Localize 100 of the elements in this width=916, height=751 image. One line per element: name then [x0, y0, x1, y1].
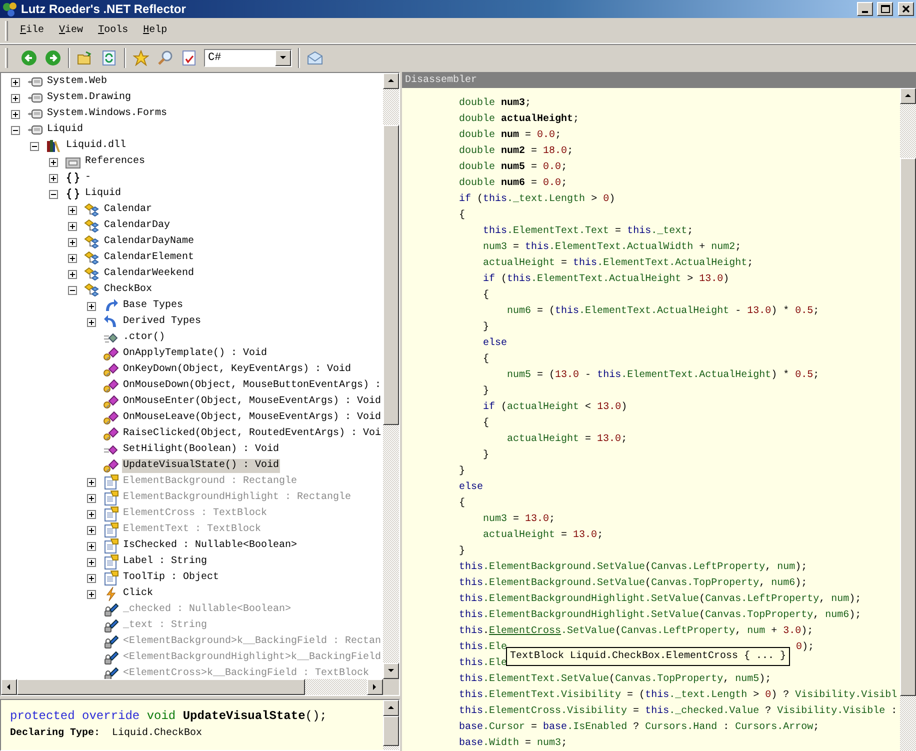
- mail-button[interactable]: [306, 48, 324, 66]
- tree-item[interactable]: OnMouseLeave(Object, MouseEventArgs) : Void: [122, 411, 382, 425]
- menu-item[interactable]: File: [14, 23, 50, 38]
- class-icon: [84, 250, 100, 266]
- code-line: }: [458, 544, 466, 559]
- method-signature: protected override void UpdateVisualState();: [10, 708, 328, 724]
- expand-icon[interactable]: [11, 94, 20, 102]
- tree-item[interactable]: Label : String: [122, 555, 208, 569]
- forward-button[interactable]: [44, 48, 62, 66]
- scroll-up-button[interactable]: [900, 88, 916, 104]
- expand-icon[interactable]: [87, 542, 96, 550]
- language-dropdown[interactable]: C#: [204, 48, 292, 66]
- tree-item[interactable]: Liquid.dll: [65, 139, 128, 153]
- method-icon: [103, 346, 119, 362]
- analyzer-button[interactable]: [180, 48, 198, 66]
- expand-icon[interactable]: [87, 318, 96, 326]
- class-icon: [84, 202, 100, 218]
- expand-icon[interactable]: [87, 478, 96, 486]
- tree-item[interactable]: System.Web: [46, 75, 108, 89]
- scrollbar-thumb[interactable]: [900, 158, 916, 696]
- tree-item[interactable]: CalendarElement: [103, 251, 196, 265]
- close-icon: [902, 5, 910, 13]
- horizontal-scrollbar[interactable]: [1, 679, 383, 695]
- expand-icon[interactable]: [87, 590, 96, 598]
- menu-item[interactable]: View: [53, 23, 90, 38]
- minimize-button[interactable]: [857, 2, 873, 16]
- menu-item[interactable]: Help: [137, 23, 174, 38]
- refresh-icon: [102, 50, 116, 66]
- expand-icon[interactable]: [49, 158, 58, 166]
- tree-item[interactable]: UpdateVisualState() : Void: [122, 459, 280, 473]
- tree-item[interactable]: IsChecked : Nullable<Boolean>: [122, 539, 298, 553]
- method-icon: [103, 458, 119, 474]
- tree-item[interactable]: OnMouseEnter(Object, MouseEventArgs) : Void: [122, 395, 382, 409]
- expand-icon[interactable]: [87, 510, 96, 518]
- back-button[interactable]: [20, 48, 38, 66]
- tree-item[interactable]: SetHilight(Boolean) : Void: [122, 443, 280, 457]
- expand-icon[interactable]: [87, 526, 96, 534]
- curved-arrow-icon: [103, 314, 119, 330]
- scrollbar[interactable]: [900, 88, 916, 751]
- tree-item[interactable]: Derived Types: [122, 315, 202, 329]
- close-button[interactable]: [898, 2, 914, 16]
- tree-item[interactable]: Base Types: [122, 299, 184, 313]
- search-button[interactable]: [156, 48, 174, 66]
- scroll-down-button[interactable]: [383, 663, 399, 679]
- expand-icon[interactable]: [87, 574, 96, 582]
- tree-item[interactable]: OnMouseDown(Object, MouseButtonEventArgs) :: [122, 379, 382, 393]
- tree-item[interactable]: CheckBox: [103, 283, 154, 297]
- tree-item[interactable]: References: [84, 155, 146, 169]
- class-icon: [84, 234, 100, 250]
- tree-item[interactable]: Liquid: [84, 187, 122, 201]
- tree-item[interactable]: Liquid: [46, 123, 84, 137]
- expand-icon[interactable]: [68, 270, 77, 278]
- tree-item[interactable]: .ctor(): [122, 331, 166, 345]
- expand-icon[interactable]: [87, 302, 96, 310]
- menu-item[interactable]: Tools: [92, 23, 134, 38]
- expand-icon[interactable]: [87, 494, 96, 502]
- refresh-button[interactable]: [100, 48, 118, 66]
- tree-item[interactable]: -: [84, 171, 92, 185]
- code-line: double num6 = 0.0;: [458, 176, 568, 191]
- declaring-type-value: Liquid.CheckBox: [112, 728, 202, 739]
- scrollbar-corner: [383, 679, 399, 695]
- expand-icon[interactable]: [49, 174, 58, 182]
- expand-icon[interactable]: [68, 206, 77, 214]
- scroll-left-button[interactable]: [1, 679, 17, 695]
- expand-icon[interactable]: [87, 558, 96, 566]
- scrollbar[interactable]: [383, 700, 399, 750]
- collapse-icon[interactable]: [68, 286, 77, 294]
- open-button[interactable]: [76, 48, 94, 66]
- scroll-right-button[interactable]: [367, 679, 383, 695]
- expand-icon[interactable]: [11, 110, 20, 118]
- dropdown-button[interactable]: [275, 50, 291, 66]
- tree-item[interactable]: CalendarWeekend: [103, 267, 196, 281]
- scrollbar[interactable]: [383, 73, 399, 679]
- maximize-button[interactable]: [877, 2, 893, 16]
- expand-icon[interactable]: [68, 238, 77, 246]
- scrollbar-thumb[interactable]: [383, 125, 399, 425]
- tree-item[interactable]: OnKeyDown(Object, KeyEventArgs) : Void: [122, 363, 352, 377]
- scrollbar-thumb[interactable]: [17, 679, 305, 695]
- tree-item[interactable]: CalendarDayName: [103, 235, 196, 249]
- collapse-icon[interactable]: [30, 142, 39, 150]
- scroll-up-button[interactable]: [383, 700, 399, 716]
- tree-item[interactable]: System.Windows.Forms: [46, 107, 168, 121]
- scroll-up-button[interactable]: [383, 73, 399, 89]
- code-line: this.ElementText.Text = this._text;: [482, 224, 694, 239]
- window-title: Lutz Roeder's .NET Reflector: [21, 2, 187, 16]
- collapse-icon[interactable]: [49, 190, 58, 198]
- panel-title: Disassembler: [405, 74, 478, 86]
- collapse-icon[interactable]: [11, 126, 20, 134]
- expand-icon[interactable]: [11, 78, 20, 86]
- tree-item[interactable]: System.Drawing: [46, 91, 132, 105]
- field-icon: [103, 650, 119, 666]
- expand-icon[interactable]: [68, 222, 77, 230]
- tree-item[interactable]: RaiseClicked(Object, RoutedEventArgs) : Voi: [122, 427, 382, 441]
- tree-item[interactable]: Click: [122, 587, 154, 601]
- scrollbar-thumb[interactable]: [383, 716, 399, 746]
- tree-item[interactable]: Calendar: [103, 203, 154, 217]
- tree-item[interactable]: OnApplyTemplate() : Void: [122, 347, 268, 361]
- tree-item[interactable]: CalendarDay: [103, 219, 172, 233]
- expand-icon[interactable]: [68, 254, 77, 262]
- tree-item[interactable]: ToolTip : Object: [122, 571, 220, 585]
